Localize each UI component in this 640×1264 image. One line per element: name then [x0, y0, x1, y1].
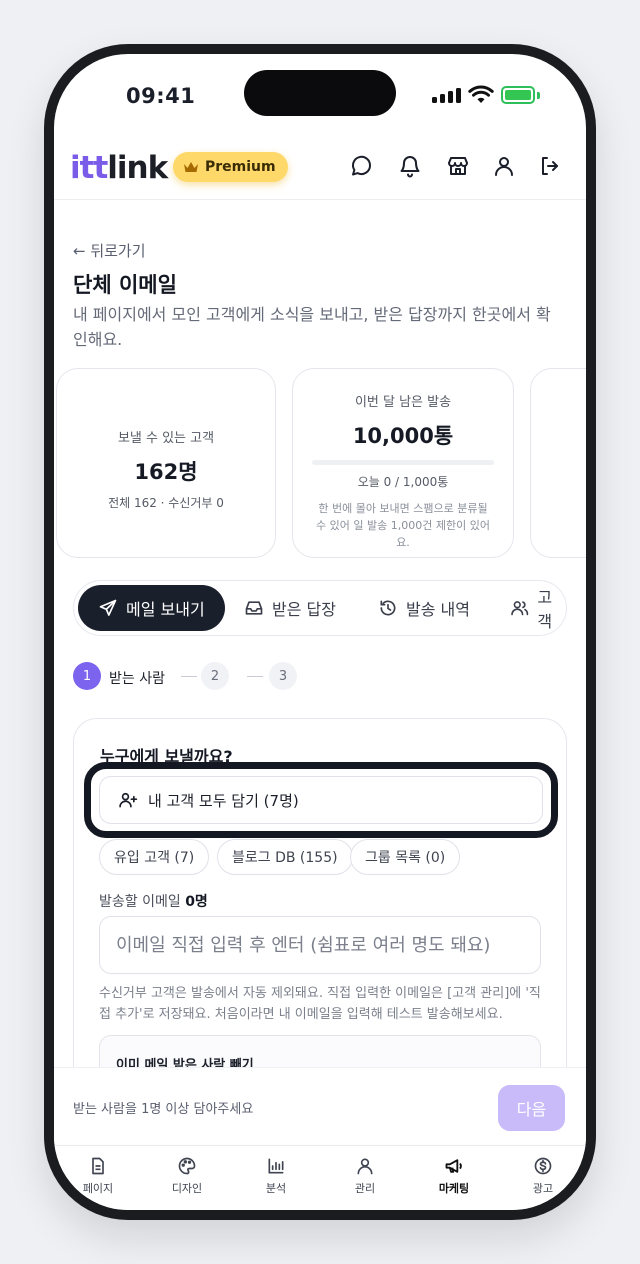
- users-icon: [511, 601, 529, 616]
- palette-icon: [178, 1157, 196, 1175]
- step-3: 3: [269, 662, 297, 690]
- add-all-label: 내 고객 모두 담기 (7명): [148, 791, 299, 810]
- page-description: 내 페이지에서 모인 고객에게 소식을 보내고, 받은 답장까지 한곳에서 확인…: [73, 305, 551, 349]
- chip-group-list[interactable]: 그룹 목록 (0): [350, 839, 461, 875]
- chat-icon[interactable]: [350, 154, 374, 178]
- nav-page[interactable]: 페이지: [61, 1156, 135, 1196]
- help-text: 수신거부 고객은 발송에서 자동 제외돼요. 직접 입력한 이메일은 [고객 관…: [99, 986, 541, 1022]
- page-icon: [92, 1157, 104, 1175]
- user-plus-icon: [119, 792, 138, 808]
- bell-icon[interactable]: [398, 154, 422, 178]
- page-title: 단체 이메일: [73, 273, 177, 297]
- status-time: 09:41: [126, 84, 196, 108]
- store-icon[interactable]: [446, 154, 470, 178]
- step-2: 2: [201, 662, 229, 690]
- sendable-value: 162명: [134, 460, 198, 484]
- step-divider: [247, 676, 263, 677]
- user-icon: [357, 1158, 373, 1175]
- tab-label: 고객: [537, 588, 553, 631]
- phone-frame: 09:41 ittlink Premium ← 뒤로가기 단체 이메일 내 페이…: [44, 44, 596, 1220]
- send-count: 발송할 이메일 0명: [99, 894, 208, 910]
- sendable-card: 보낼 수 있는 고객 162명 전체 162 · 수신거부 0: [56, 368, 276, 558]
- nav-manage[interactable]: 관리: [328, 1156, 402, 1196]
- step-indicator: 1 받는 사람 2 3: [73, 662, 373, 692]
- nav-ads[interactable]: 광고: [506, 1156, 580, 1196]
- tab-label: 메일 보내기: [126, 600, 205, 619]
- signal-icon: [432, 87, 462, 103]
- add-all-customers-button[interactable]: 내 고객 모두 담기 (7명): [99, 776, 543, 824]
- megaphone-icon: [445, 1159, 462, 1173]
- tab-label: 받은 답장: [272, 600, 336, 619]
- logout-icon[interactable]: [538, 154, 562, 178]
- app-header: ittlink Premium: [54, 136, 586, 200]
- nav-analytics[interactable]: 분석: [239, 1156, 313, 1196]
- wifi-icon: [468, 85, 494, 103]
- nav-design[interactable]: 디자인: [150, 1156, 224, 1196]
- limit-note: 한 번에 몰아 보내면 스팸으로 분류될 수 있어 일 발송 1,000건 제한…: [316, 502, 490, 549]
- tab-history[interactable]: 발송 내역: [378, 585, 470, 631]
- profile-icon[interactable]: [492, 154, 516, 178]
- chip-blog-db[interactable]: 블로그 DB (155): [217, 839, 353, 875]
- chip-inflow-customers[interactable]: 유입 고객 (7): [99, 839, 210, 875]
- extra-card: [530, 368, 586, 558]
- step-divider: [181, 676, 197, 677]
- premium-badge[interactable]: Premium: [173, 152, 288, 182]
- step-1-label: 받는 사람: [109, 671, 165, 687]
- daily-progress-bar: [312, 460, 494, 465]
- dynamic-island: [244, 70, 396, 116]
- tab-replies[interactable]: 받은 답장: [244, 585, 336, 631]
- history-icon: [380, 600, 396, 616]
- tab-send-mail[interactable]: 메일 보내기: [78, 585, 225, 631]
- chart-icon: [268, 1158, 284, 1174]
- next-button[interactable]: 다음: [498, 1085, 565, 1131]
- dollar-icon: [534, 1157, 552, 1175]
- monthly-label: 이번 달 남은 발송: [354, 395, 452, 410]
- bottom-nav: 페이지 디자인 분석 관리 마케팅 광고: [54, 1145, 586, 1210]
- bottom-hint: 받는 사람을 1명 이상 담아주세요: [73, 1102, 254, 1117]
- monthly-value: 10,000통: [352, 424, 454, 448]
- back-link[interactable]: ← 뒤로가기: [73, 240, 146, 261]
- battery-icon: [501, 86, 535, 104]
- crown-icon: [184, 162, 198, 172]
- screen: 09:41 ittlink Premium ← 뒤로가기 단체 이메일 내 페이…: [54, 54, 586, 1210]
- bottom-action-bar: 받는 사람을 1명 이상 담아주세요 다음: [54, 1067, 586, 1145]
- sendable-label: 보낼 수 있는 고객: [117, 431, 215, 446]
- sendable-detail: 전체 162 · 수신거부 0: [108, 496, 224, 510]
- battery-cap: [537, 92, 540, 99]
- status-bar: 09:41: [54, 54, 586, 134]
- brand-logo[interactable]: ittlink: [70, 150, 168, 186]
- tab-customers[interactable]: 고객: [510, 585, 566, 631]
- email-input[interactable]: [99, 916, 541, 974]
- step-1: 1: [73, 662, 101, 690]
- send-icon: [99, 599, 117, 616]
- premium-label: Premium: [205, 159, 276, 175]
- tab-label: 발송 내역: [406, 600, 470, 619]
- section-tabs: 메일 보내기 받은 답장 발송 내역 고객: [73, 580, 567, 636]
- monthly-card: 이번 달 남은 발송 10,000통 오늘 0 / 1,000통 한 번에 몰아…: [292, 368, 514, 558]
- stats-carousel[interactable]: 보낼 수 있는 고객 162명 전체 162 · 수신거부 0 이번 달 남은 …: [54, 368, 586, 560]
- inbox-icon: [245, 601, 263, 615]
- daily-count: 오늘 0 / 1,000통: [357, 475, 449, 489]
- nav-marketing[interactable]: 마케팅: [417, 1156, 491, 1196]
